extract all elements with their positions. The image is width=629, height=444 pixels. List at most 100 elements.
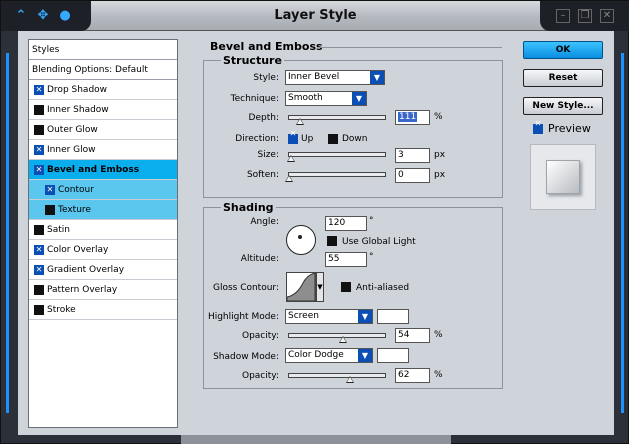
window-title: Layer Style [274,8,357,23]
title-right-cap: – ❐ ✕ [540,1,629,31]
style-item-checkbox[interactable] [34,260,44,280]
title-bar[interactable]: ⌃ ✥ ● Layer Style – ❐ ✕ [1,1,629,31]
depth-unit: % [434,112,443,122]
depth-slider-thumb[interactable] [296,118,304,125]
anti-aliased-label: Anti-aliased [356,283,410,293]
style-item-checkbox[interactable] [45,180,55,200]
style-item-color-overlay[interactable]: Color Overlay [29,240,177,260]
style-item-label: Inner Glow [47,145,96,155]
chevron-down-icon: ▼ [352,92,366,105]
size-slider[interactable] [287,152,386,162]
new-style-button[interactable]: New Style... [523,97,603,115]
size-input[interactable]: 3 [395,148,430,163]
style-item-checkbox[interactable] [34,240,44,260]
shadow-mode-select[interactable]: Color Dodge ▼ [285,348,373,363]
style-select-value: Inner Bevel [288,72,340,82]
style-item-outer-glow[interactable]: Outer Glow [29,120,177,140]
soften-unit: px [434,170,446,180]
shadow-mode-label: Shadow Mode: [213,352,279,362]
minimize-icon[interactable]: – [556,9,570,23]
style-item-texture[interactable]: Texture [29,200,177,220]
style-item-checkbox[interactable] [34,140,44,160]
style-select[interactable]: Inner Bevel ▼ [285,70,385,85]
altitude-label: Altitude: [240,254,279,264]
styles-header[interactable]: Styles [29,40,177,60]
style-item-label: Inner Shadow [47,105,109,115]
angle-input[interactable]: 120 [325,216,367,231]
highlight-mode-value: Screen [288,311,319,321]
highlight-opacity-input[interactable]: 54 [395,328,430,343]
chevron-down-icon: ▼ [358,349,372,362]
shadow-color-swatch[interactable] [377,348,409,363]
style-item-pattern-overlay[interactable]: Pattern Overlay [29,280,177,300]
style-item-drop-shadow[interactable]: Drop Shadow [29,80,177,100]
angle-unit: ° [369,216,374,226]
soften-slider-thumb[interactable] [285,175,293,182]
direction-down-radio[interactable] [328,134,338,144]
style-item-label: Stroke [47,305,76,315]
gloss-contour-preview[interactable] [286,272,316,302]
direction-up-radio[interactable] [288,129,298,144]
shadow-opacity-slider[interactable] [288,373,386,383]
depth-input[interactable]: 111 [395,110,430,125]
style-item-checkbox[interactable] [34,160,44,180]
highlight-opacity-unit: % [434,330,443,340]
style-item-checkbox[interactable] [34,125,44,135]
right-accent-strip [621,53,624,413]
style-item-bevel-and-emboss[interactable]: Bevel and Emboss [29,160,177,180]
bevel-emboss-title: Bevel and Emboss [210,40,323,53]
restore-icon[interactable]: ❐ [578,9,592,23]
size-label: Size: [257,150,279,160]
style-item-inner-shadow[interactable]: Inner Shadow [29,100,177,120]
preview-checkbox[interactable] [533,119,543,134]
style-item-checkbox[interactable] [34,105,44,115]
soften-slider[interactable] [285,172,386,182]
depth-label: Depth: [248,113,279,123]
highlight-opacity-thumb[interactable] [339,336,347,343]
contour-dropdown-arrow[interactable]: ▼ [316,272,324,302]
style-item-checkbox[interactable] [34,225,44,235]
direction-up-label: Up [301,134,314,144]
blending-options[interactable]: Blending Options: Default [29,60,177,80]
chevron-down-icon: ▼ [358,310,372,323]
shadow-opacity-thumb[interactable] [346,376,354,383]
ok-button[interactable]: OK [523,41,603,59]
direction-label: Direction: [235,134,279,144]
bevel-divider [318,47,502,48]
use-global-light-checkbox[interactable] [327,236,337,246]
angle-label: Angle: [250,217,279,227]
style-item-checkbox[interactable] [34,285,44,295]
use-global-light-label: Use Global Light [342,237,416,247]
shadow-opacity-input[interactable]: 62 [395,368,430,383]
size-slider-thumb[interactable] [287,155,295,162]
style-item-stroke[interactable]: Stroke [29,300,177,320]
altitude-input[interactable]: 55 [325,252,367,267]
style-preview [530,144,596,210]
style-item-inner-glow[interactable]: Inner Glow [29,140,177,160]
shadow-mode-value: Color Dodge [288,350,344,360]
style-item-satin[interactable]: Satin [29,220,177,240]
style-item-gradient-overlay[interactable]: Gradient Overlay [29,260,177,280]
bottom-frame-bar [181,435,451,444]
left-accent-strip [6,53,9,413]
soften-label: Soften: [246,170,279,180]
style-item-contour[interactable]: Contour [29,180,177,200]
technique-select[interactable]: Smooth ▼ [285,91,367,106]
close-icon[interactable]: ✕ [600,9,614,23]
style-item-label: Contour [58,185,94,195]
reset-button[interactable]: Reset [523,69,603,87]
angle-dial[interactable] [286,225,316,255]
preview-swatch [546,160,580,194]
style-item-checkbox[interactable] [45,205,55,215]
soften-input[interactable]: 0 [395,168,430,183]
highlight-opacity-slider[interactable] [288,333,386,343]
layer-style-window: ⌃ ✥ ● Layer Style – ❐ ✕ Styles Blending … [0,0,629,444]
style-item-checkbox[interactable] [34,305,44,315]
shading-title: Shading [221,201,276,214]
depth-slider[interactable] [288,115,386,125]
highlight-color-swatch[interactable] [377,309,409,324]
gloss-contour-label: Gloss Contour: [212,283,279,293]
anti-aliased-checkbox[interactable] [341,282,351,292]
style-item-checkbox[interactable] [34,80,44,100]
highlight-mode-select[interactable]: Screen ▼ [285,309,373,324]
